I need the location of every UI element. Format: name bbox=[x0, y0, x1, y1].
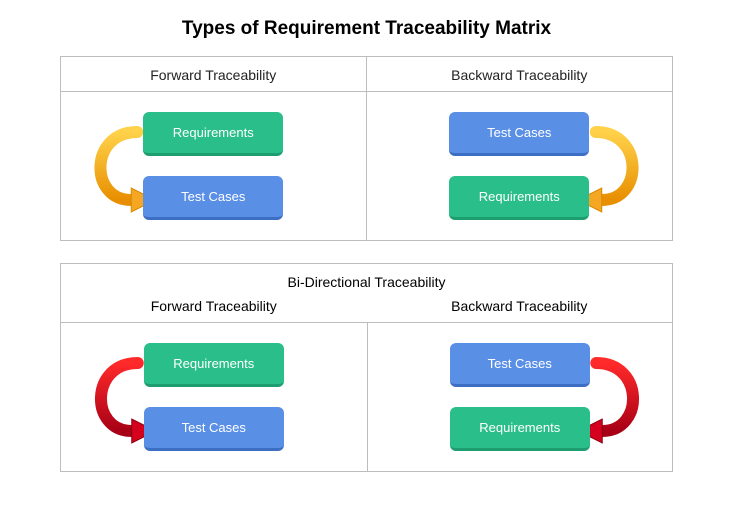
requirements-block: Requirements bbox=[143, 112, 283, 156]
backward-panel-body: Test Cases Requirements bbox=[367, 92, 673, 240]
bidir-backward-subheader: Backward Traceability bbox=[367, 296, 673, 322]
forward-panel-header: Forward Traceability bbox=[61, 57, 366, 92]
bidirectional-panel: Bi-Directional Traceability Forward Trac… bbox=[60, 263, 673, 472]
requirements-block: Requirements bbox=[144, 343, 284, 387]
test-cases-block: Test Cases bbox=[449, 112, 589, 156]
bidir-backward-col: Test Cases Requirements bbox=[367, 323, 673, 471]
bidir-forward-subheader: Forward Traceability bbox=[61, 296, 367, 322]
backward-traceability-panel: Backward Traceability Test Cases Require… bbox=[367, 56, 674, 241]
bidir-forward-col: Requirements Test Cases bbox=[61, 323, 367, 471]
page-title: Types of Requirement Traceability Matrix bbox=[60, 18, 673, 40]
bidirectional-body: Requirements Test Cases Test Cases Requi… bbox=[61, 323, 672, 471]
test-cases-block: Test Cases bbox=[450, 343, 590, 387]
requirements-block: Requirements bbox=[450, 407, 590, 451]
forward-panel-body: Requirements Test Cases bbox=[61, 92, 366, 240]
forward-traceability-panel: Forward Traceability Requirements Test C… bbox=[60, 56, 367, 241]
test-cases-block: Test Cases bbox=[144, 407, 284, 451]
bidirectional-header: Bi-Directional Traceability bbox=[61, 264, 672, 296]
bidirectional-subheader-row: Forward Traceability Backward Traceabili… bbox=[61, 296, 672, 322]
test-cases-block: Test Cases bbox=[143, 176, 283, 220]
backward-panel-header: Backward Traceability bbox=[367, 57, 673, 92]
requirements-block: Requirements bbox=[449, 176, 589, 220]
top-panels-row: Forward Traceability Requirements Test C… bbox=[60, 56, 673, 241]
